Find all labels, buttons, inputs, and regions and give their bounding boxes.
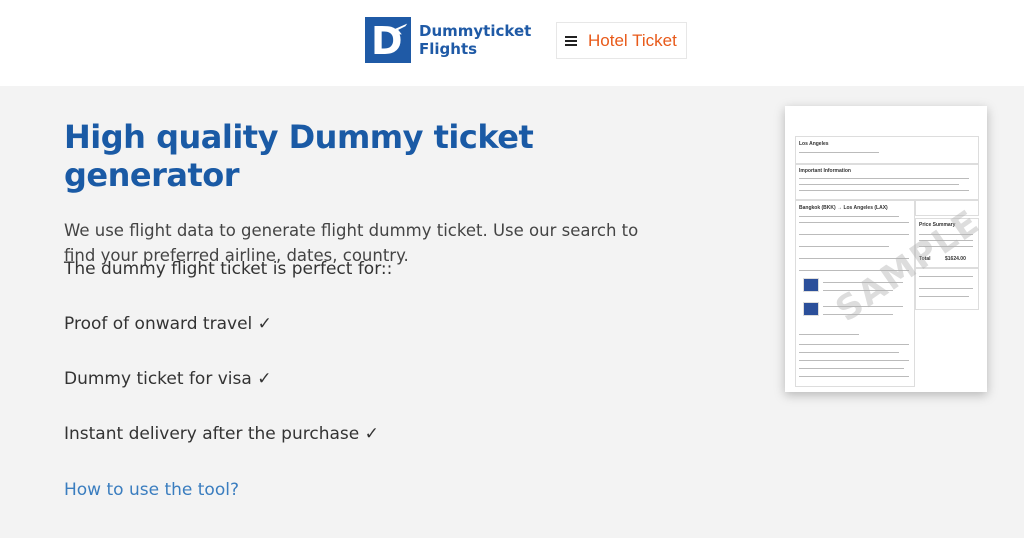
hamburger-menu-icon <box>565 34 577 48</box>
hotel-ticket-label: Hotel Ticket <box>588 30 677 50</box>
feature-instant-delivery: Instant delivery after the purchase ✓ <box>64 424 379 444</box>
logo-badge: D <box>365 17 411 63</box>
site-logo[interactable]: D Dummyticket Flights <box>365 17 531 63</box>
logo-line2: Flights <box>419 40 478 58</box>
airplane-icon <box>392 23 408 35</box>
sample-route: Bangkok (BKK) → Los Angeles (LAX) <box>799 205 888 211</box>
feature-visa: Dummy ticket for visa ✓ <box>64 369 272 389</box>
perfect-for-heading: The dummy flight ticket is perfect for:: <box>64 259 393 279</box>
hotel-ticket-button[interactable]: Hotel Ticket <box>556 22 687 59</box>
logo-text: Dummyticket Flights <box>419 22 531 58</box>
site-header: D Dummyticket Flights Hotel Ticket <box>0 0 1024 86</box>
feature-onward-travel: Proof of onward travel ✓ <box>64 314 272 334</box>
sample-ticket-image: Los Angeles Important Information Bangko… <box>785 106 987 392</box>
logo-line1: Dummyticket <box>419 22 532 40</box>
main-content: High quality Dummy ticket generator We u… <box>64 118 704 268</box>
sample-section-important: Important Information <box>799 168 851 174</box>
page-title: High quality Dummy ticket generator <box>64 118 534 194</box>
how-to-use-link[interactable]: How to use the tool? <box>64 480 239 500</box>
sample-city: Los Angeles <box>799 141 829 147</box>
